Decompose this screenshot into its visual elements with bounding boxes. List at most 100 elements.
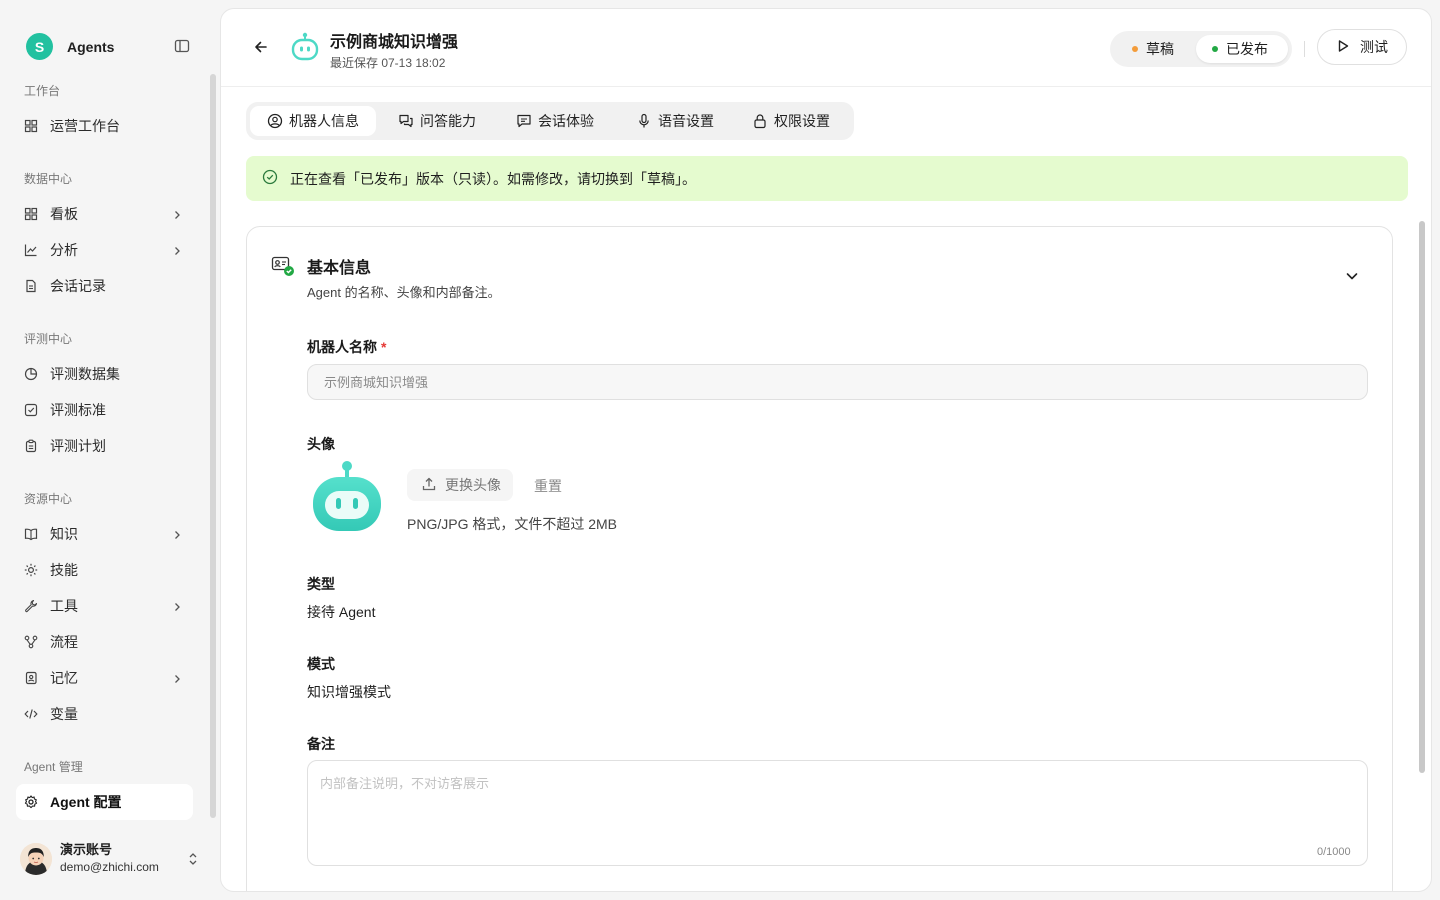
sidebar-item-eval-criteria[interactable]: 评测标准 — [16, 392, 193, 428]
sidebar-item-label: 评测数据集 — [50, 366, 120, 382]
tab-label: 问答能力 — [420, 113, 476, 129]
grid-icon — [24, 119, 38, 133]
clipboard-icon — [24, 439, 38, 453]
mode-value: 知识增强模式 — [307, 684, 391, 700]
sidebar-item-agent-config[interactable]: Agent 配置 — [16, 784, 193, 820]
readonly-notice: 正在查看「已发布」版本（只读）。如需修改，请切换到「草稿」。 — [246, 156, 1408, 201]
section-workbench: 工作台 — [24, 84, 61, 98]
last-saved-text: 最近保存 07-13 18:02 — [330, 56, 446, 70]
sidebar-item-label: 流程 — [50, 634, 78, 650]
notes-char-counter: 0/1000 — [1317, 846, 1351, 858]
version-published-label: 已发布 — [1226, 41, 1268, 57]
sidebar-item-label: 变量 — [50, 706, 78, 722]
sidebar-item-dashboard[interactable]: 看板 — [16, 196, 193, 232]
tab-qa[interactable]: 问答能力 — [384, 106, 494, 136]
version-draft-label: 草稿 — [1146, 41, 1174, 57]
chevron-down-icon[interactable] — [1344, 268, 1360, 284]
reset-avatar-button[interactable]: 重置 — [534, 476, 562, 496]
sidebar-item-label: 记忆 — [50, 670, 78, 686]
id-card-icon — [271, 254, 295, 278]
sidebar-item-eval-datasets[interactable]: 评测数据集 — [16, 356, 193, 392]
tab-label: 权限设置 — [774, 113, 830, 129]
user-circle-icon — [267, 113, 283, 129]
bot-name-input[interactable] — [307, 364, 1368, 400]
sidebar-item-label: 评测标准 — [50, 402, 106, 418]
bot-name-label: 机器人名称 * — [307, 337, 386, 357]
tab-conversation[interactable]: 会话体验 — [502, 106, 614, 136]
upload-icon — [421, 476, 437, 495]
notice-text: 正在查看「已发布」版本（只读）。如需修改，请切换到「草稿」。 — [290, 170, 696, 187]
change-avatar-button[interactable]: 更换头像 — [407, 469, 513, 501]
chevron-right-icon — [171, 208, 183, 220]
tab-bar: 机器人信息 问答能力 会话体验 语音设置 权限设置 — [246, 102, 854, 140]
chevron-up-down-icon[interactable] — [187, 852, 199, 866]
chevron-right-icon — [171, 672, 183, 684]
chat-bubbles-icon — [398, 113, 414, 129]
back-arrow-icon[interactable] — [253, 39, 269, 55]
sidebar-item-skills[interactable]: 技能 — [16, 552, 193, 588]
page-title: 示例商城知识增强 — [330, 34, 459, 51]
user-name: 演示账号 — [60, 842, 113, 857]
sidebar-item-label: 工具 — [50, 598, 78, 614]
type-value: 接待 Agent — [307, 604, 376, 620]
sidebar-item-label: 运营工作台 — [50, 118, 120, 134]
version-toggle: 草稿 已发布 — [1110, 31, 1292, 67]
workflow-icon — [24, 635, 38, 649]
robot-icon — [290, 32, 320, 62]
test-button[interactable]: 测试 — [1317, 29, 1407, 65]
play-icon — [1336, 39, 1350, 56]
notes-textarea[interactable] — [307, 760, 1368, 866]
required-marker: * — [381, 339, 387, 355]
brand-logo: S — [26, 33, 53, 60]
sidebar-item-label: 会话记录 — [50, 278, 106, 294]
tab-permissions[interactable]: 权限设置 — [742, 106, 850, 136]
sidebar-item-analysis[interactable]: 分析 — [16, 232, 193, 268]
user-profile[interactable]: 演示账号 demo@zhichi.com — [20, 842, 210, 876]
basic-info-card: 基本信息 Agent 的名称、头像和内部备注。 机器人名称* 头像 — [246, 226, 1393, 891]
sidebar-item-variables[interactable]: 变量 — [16, 696, 193, 732]
contact-book-icon — [24, 671, 38, 685]
tab-bot-info[interactable]: 机器人信息 — [250, 106, 376, 136]
sidebar-item-label: 评测计划 — [50, 438, 106, 454]
brand[interactable]: S Agents — [26, 33, 114, 60]
sidebar-item-ops-workbench[interactable]: 运营工作台 — [16, 108, 193, 144]
section-agent-mgmt: Agent 管理 — [24, 760, 83, 774]
sun-icon — [24, 563, 38, 577]
sidebar-toggle-icon[interactable] — [173, 37, 191, 55]
tab-label: 会话体验 — [538, 113, 594, 129]
sidebar-item-tools[interactable]: 工具 — [16, 588, 193, 624]
sidebar-item-label: 技能 — [50, 562, 78, 578]
wrench-icon — [24, 599, 38, 613]
version-published-option[interactable]: 已发布 — [1196, 35, 1288, 63]
change-avatar-label: 更换头像 — [445, 477, 501, 493]
book-open-icon — [24, 527, 38, 541]
document-icon — [24, 279, 38, 293]
sidebar-item-eval-plans[interactable]: 评测计划 — [16, 428, 193, 464]
pie-chart-icon — [24, 367, 38, 381]
chevron-right-icon — [171, 528, 183, 540]
sidebar-item-label: 看板 — [50, 206, 78, 222]
bot-name-label-text: 机器人名称 — [307, 339, 377, 355]
header-divider — [1304, 41, 1305, 57]
sidebar-item-conversations[interactable]: 会话记录 — [16, 268, 193, 304]
chevron-right-icon — [171, 244, 183, 256]
version-draft-option[interactable]: 草稿 — [1114, 35, 1194, 63]
main-panel: 示例商城知识增强 最近保存 07-13 18:02 草稿 已发布 测试 机器人信… — [220, 8, 1432, 892]
avatar — [20, 843, 52, 875]
page-header: 示例商城知识增强 最近保存 07-13 18:02 草稿 已发布 测试 — [221, 9, 1431, 87]
sidebar-item-memory[interactable]: 记忆 — [16, 660, 193, 696]
gear-icon — [24, 795, 38, 809]
sidebar-item-knowledge[interactable]: 知识 — [16, 516, 193, 552]
card-description: Agent 的名称、头像和内部备注。 — [307, 285, 501, 300]
notes-label: 备注 — [307, 736, 335, 752]
sidebar-item-flows[interactable]: 流程 — [16, 624, 193, 660]
sidebar: S Agents 工作台 运营工作台 数据中心 看板 分析 会话记录 评测中心 … — [0, 0, 216, 900]
tab-label: 语音设置 — [658, 113, 714, 129]
mode-label: 模式 — [307, 656, 335, 672]
sidebar-item-label: 分析 — [50, 242, 78, 258]
sidebar-scrollbar[interactable] — [210, 74, 216, 818]
avatar-label: 头像 — [307, 436, 335, 452]
avatar-hint: PNG/JPG 格式，文件不超过 2MB — [407, 516, 618, 532]
tab-voice[interactable]: 语音设置 — [622, 106, 734, 136]
content-scrollbar[interactable] — [1419, 221, 1425, 773]
